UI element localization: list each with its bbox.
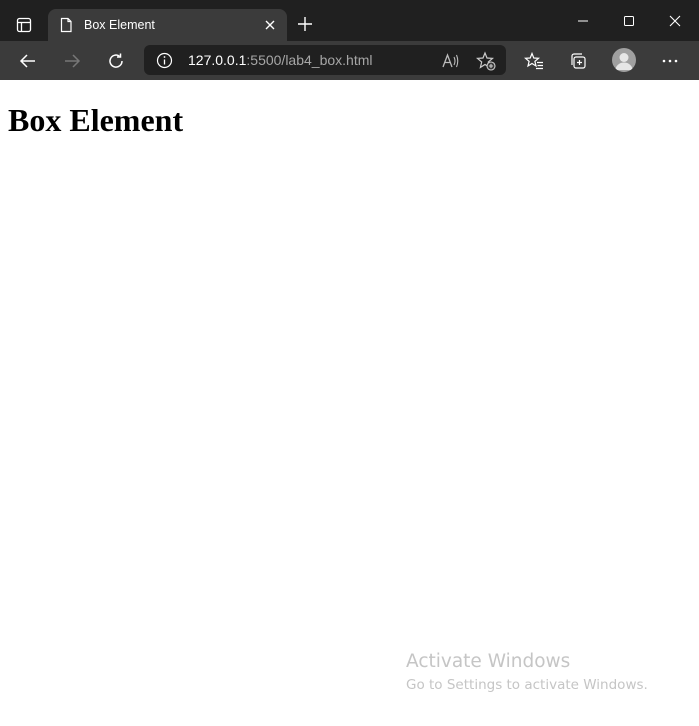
forward-arrow-icon[interactable] bbox=[60, 49, 84, 73]
favorites-icon[interactable] bbox=[522, 49, 546, 73]
url-host: 127.0.0.1 bbox=[188, 52, 247, 68]
browser-tab[interactable]: Box Element bbox=[48, 9, 287, 41]
read-aloud-icon[interactable] bbox=[440, 51, 460, 71]
url-path: :5500/lab4_box.html bbox=[246, 52, 373, 68]
maximize-icon[interactable] bbox=[617, 12, 641, 30]
profile-icon[interactable] bbox=[612, 48, 636, 72]
add-favorite-icon[interactable] bbox=[476, 51, 496, 71]
info-icon[interactable] bbox=[156, 52, 173, 69]
activate-windows-subtitle: Go to Settings to activate Windows. bbox=[406, 677, 648, 693]
tab-actions-icon[interactable] bbox=[8, 12, 40, 38]
back-arrow-icon[interactable] bbox=[16, 49, 40, 73]
page-content: Box Element Activate Windows Go to Setti… bbox=[0, 80, 699, 726]
plus-icon[interactable] bbox=[296, 15, 314, 33]
page-icon bbox=[58, 17, 74, 33]
close-window-icon[interactable] bbox=[663, 12, 687, 30]
more-icon[interactable] bbox=[658, 49, 682, 73]
tab-title: Box Element bbox=[84, 18, 155, 32]
close-icon[interactable] bbox=[263, 18, 277, 32]
page-heading: Box Element bbox=[8, 102, 184, 138]
tab-bar: Box Element bbox=[0, 0, 699, 41]
url-text[interactable]: 127.0.0.1:5500/lab4_box.html bbox=[188, 52, 372, 69]
navigation-toolbar: 127.0.0.1:5500/lab4_box.html bbox=[0, 41, 699, 80]
refresh-icon[interactable] bbox=[104, 49, 128, 73]
minimize-icon[interactable] bbox=[571, 12, 595, 30]
address-bar[interactable]: 127.0.0.1:5500/lab4_box.html bbox=[144, 45, 506, 75]
collections-icon[interactable] bbox=[566, 49, 590, 73]
activate-windows-title: Activate Windows bbox=[406, 651, 571, 672]
